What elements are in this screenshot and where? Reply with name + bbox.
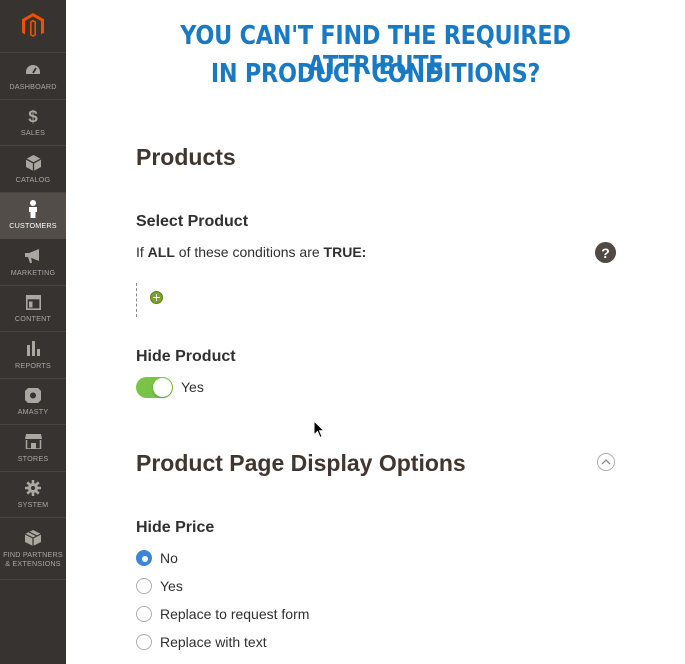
sidebar-item-label: SYSTEM [17,500,49,510]
hide-price-option-request-form[interactable]: Replace to request form [136,606,309,622]
sidebar-item-reports[interactable]: REPORTS [0,332,66,379]
radio-button[interactable] [136,634,152,650]
amasty-icon [24,386,42,404]
hide-product-toggle[interactable] [136,377,173,398]
products-section-title: Products [136,144,236,170]
sidebar-item-dashboard[interactable]: DASHBOARD [0,53,66,100]
megaphone-icon [24,247,42,265]
help-icon[interactable]: ? [595,242,616,263]
sidebar-item-stores[interactable]: STORES [0,425,66,472]
sidebar-item-amasty[interactable]: AMASTY [0,379,66,425]
sidebar-item-label: SALES [20,128,46,138]
sidebar-item-label: CATALOG [15,174,51,184]
sidebar-item-label: MARKETING [10,267,56,277]
magento-logo[interactable] [0,0,66,53]
sidebar-item-label: STORES [17,453,49,463]
sidebar-item-system[interactable]: SYSTEM [0,472,66,518]
magento-logo-icon [22,13,44,37]
dashboard-icon [24,61,42,79]
display-options-section-title[interactable]: Product Page Display Options [136,450,466,477]
hide-product-toggle-label: Yes [181,379,204,395]
sidebar-item-label: CONTENT [14,314,52,324]
sidebar-item-label: FIND PARTNERS & EXTENSIONS [3,550,63,568]
storefront-icon [24,433,42,451]
sidebar-item-label: CUSTOMERS [9,221,57,231]
sidebar-item-label: DASHBOARD [9,81,57,91]
select-product-label: Select Product [136,213,249,230]
banner-line-2: IN PRODUCT CONDITIONS? [210,59,541,89]
sidebar-item-catalog[interactable]: CATALOG [0,146,66,193]
sidebar-item-label: AMASTY [17,407,49,417]
radio-button[interactable] [136,606,152,622]
conditions-prefix: If [136,244,144,260]
radio-label: Yes [160,578,183,594]
admin-sidebar: DASHBOARD $ SALES CATALOG CUSTOMERS MARK… [0,0,66,664]
hide-price-option-yes[interactable]: Yes [136,578,183,594]
cube-icon [24,154,42,172]
conditions-middle: of these conditions are [178,244,320,260]
radio-label: Replace with text [160,634,267,650]
conditions-value[interactable]: TRUE [324,244,362,260]
person-icon [24,200,42,219]
radio-label: No [160,550,178,566]
hide-price-option-no[interactable]: No [136,550,178,566]
conditions-sentence: If ALL of these conditions are TRUE: [136,244,366,260]
sidebar-item-label: REPORTS [14,360,51,370]
bar-chart-icon [24,340,42,358]
toggle-knob [153,378,172,397]
hide-price-option-text[interactable]: Replace with text [136,634,267,650]
radio-button-checked[interactable] [136,550,152,566]
box-icon [24,529,42,547]
conditions-aggregator[interactable]: ALL [148,244,175,260]
mouse-cursor-icon [313,420,325,439]
layout-icon [24,293,42,311]
radio-button[interactable] [136,578,152,594]
hide-product-label: Hide Product [136,348,236,365]
conditions-suffix: : [361,244,367,260]
add-condition-plus-icon[interactable] [150,291,163,304]
sidebar-item-find-partners[interactable]: FIND PARTNERS & EXTENSIONS [0,518,66,580]
collapse-chevron-up-icon[interactable] [597,453,615,471]
sidebar-item-customers[interactable]: CUSTOMERS [0,192,66,239]
sidebar-item-content[interactable]: CONTENT [0,286,66,332]
main-content: YOU CAN'T FIND THE REQUIRED ATTRIBUTE IN… [66,0,685,664]
dollar-icon: $ [28,106,38,126]
sidebar-item-sales[interactable]: $ SALES [0,100,66,146]
gear-icon [24,479,42,497]
radio-label: Replace to request form [160,606,310,622]
sidebar-item-marketing[interactable]: MARKETING [0,239,66,286]
hide-price-label: Hide Price [136,519,215,536]
